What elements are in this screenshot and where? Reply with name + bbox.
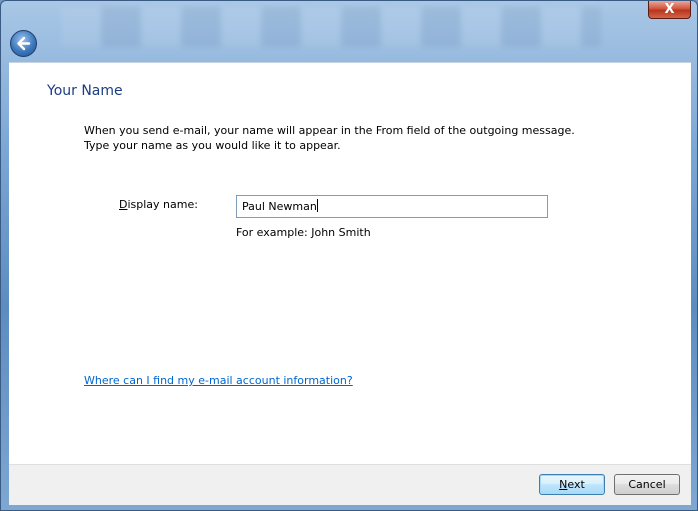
back-arrow-icon (17, 36, 31, 51)
close-button[interactable]: X (648, 1, 691, 19)
display-name-input[interactable]: Paul Newman (236, 195, 548, 218)
display-name-example: For example: John Smith (236, 226, 371, 239)
page-description: When you send e-mail, your name will app… (84, 123, 575, 153)
back-button[interactable] (10, 30, 37, 57)
wizard-content: Your Name When you send e-mail, your nam… (9, 62, 691, 465)
display-name-label: Display name: (119, 198, 198, 211)
description-line-2: Type your name as you would like it to a… (84, 139, 341, 152)
display-name-label-rest: isplay name: (127, 198, 198, 211)
account-info-help-link[interactable]: Where can I find my e-mail account infor… (84, 374, 353, 387)
display-name-value: Paul Newman (242, 200, 317, 213)
aero-glass-background (61, 7, 601, 47)
cancel-button-label: Cancel (628, 478, 666, 491)
wizard-window: X Your Name When you send e-mail, your n… (0, 0, 698, 511)
description-line-1: When you send e-mail, your name will app… (84, 124, 575, 137)
text-caret (316, 199, 318, 212)
wizard-footer: Next Cancel (9, 464, 691, 505)
close-icon: X (664, 2, 675, 17)
next-button[interactable]: Next (539, 474, 605, 495)
next-button-label-rest: ext (567, 478, 585, 491)
page-title: Your Name (47, 83, 123, 99)
cancel-button[interactable]: Cancel (614, 474, 680, 495)
